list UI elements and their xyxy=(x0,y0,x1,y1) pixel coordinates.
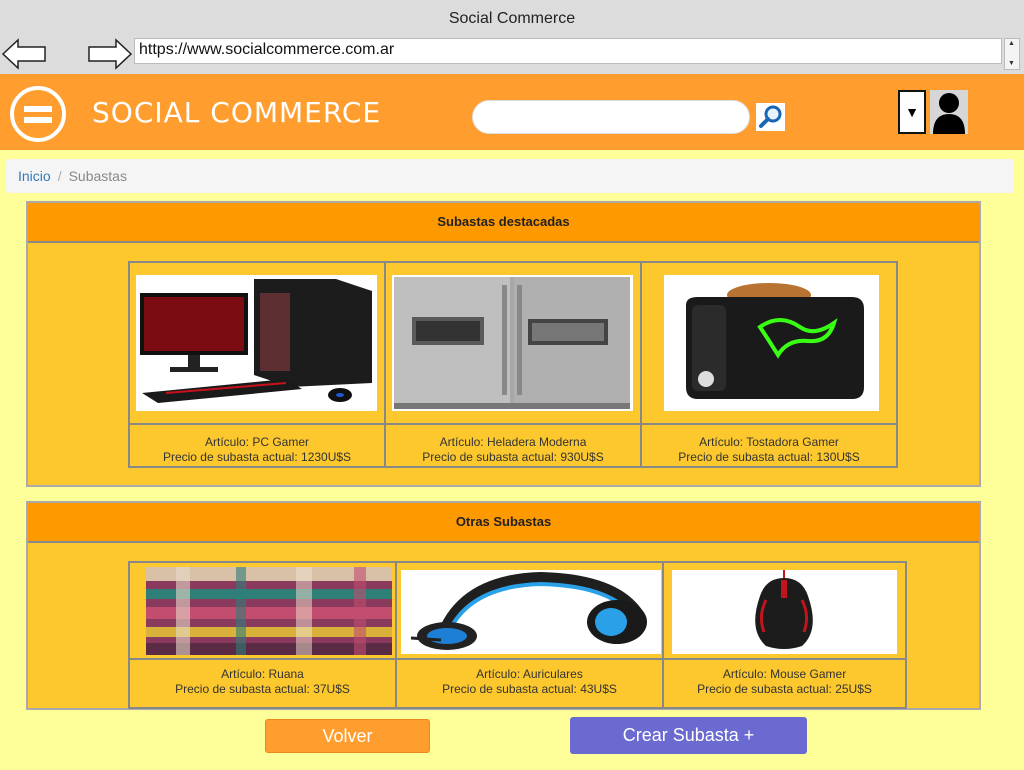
auction-caption: Artículo: Auriculares Precio de subasta … xyxy=(397,660,662,707)
menu-bar-icon xyxy=(24,117,52,123)
other-auctions-panel: Otras Subastas Artículo: Ruana Precio de… xyxy=(26,501,981,710)
auction-price: Precio de subasta actual: 930U$S xyxy=(422,450,604,464)
auction-article: Artículo: Tostadora Gamer xyxy=(699,435,839,449)
window-title: Social Commerce xyxy=(448,10,576,27)
menu-button[interactable] xyxy=(10,86,66,142)
auction-article: Artículo: PC Gamer xyxy=(204,435,310,449)
breadcrumb-separator: / xyxy=(57,168,62,184)
create-auction-button[interactable]: Crear Subasta + xyxy=(570,717,807,754)
browser-chrome: Social Commerce https://www.socialcommer… xyxy=(0,0,1024,74)
user-dropdown-button[interactable]: ▼ xyxy=(898,90,926,134)
ruana-image[interactable] xyxy=(146,567,392,655)
auction-price: Precio de subasta actual: 1230U$S xyxy=(162,450,352,464)
mouse-image[interactable] xyxy=(672,570,897,654)
forward-arrow-icon[interactable] xyxy=(88,38,133,70)
search-icon xyxy=(756,103,785,131)
url-bar[interactable]: https://www.socialcommerce.com.ar xyxy=(134,38,1002,64)
breadcrumb-current: Subastas xyxy=(68,168,127,184)
user-icon xyxy=(933,93,965,134)
auction-price: Precio de subasta actual: 25U$S xyxy=(697,682,872,696)
auction-card[interactable]: Artículo: PC Gamer Precio de subasta act… xyxy=(130,263,386,466)
auction-caption: Artículo: PC Gamer Precio de subasta act… xyxy=(130,425,384,466)
featured-auctions-grid: Artículo: PC Gamer Precio de subasta act… xyxy=(128,261,898,468)
breadcrumb-home-link[interactable]: Inicio xyxy=(18,168,51,184)
auction-article: Artículo: Heladera Moderna xyxy=(439,435,587,449)
auction-caption: Artículo: Mouse Gamer Precio de subasta … xyxy=(664,660,905,707)
scroll-up-icon[interactable]: ▲ xyxy=(1008,40,1015,48)
auction-card[interactable]: Artículo: Heladera Moderna Precio de sub… xyxy=(386,263,642,466)
app-header: SOCIAL COMMERCE ▼ xyxy=(0,74,1024,150)
other-auctions-title: Otras Subastas xyxy=(28,503,979,543)
scroll-down-icon[interactable]: ▼ xyxy=(1008,60,1015,68)
auction-price: Precio de subasta actual: 37U$S xyxy=(175,682,350,696)
auction-price: Precio de subasta actual: 130U$S xyxy=(678,450,860,464)
auction-caption: Artículo: Heladera Moderna Precio de sub… xyxy=(386,425,640,466)
search-button[interactable] xyxy=(756,103,785,131)
search-input[interactable] xyxy=(472,100,750,134)
breadcrumb: Inicio / Subastas xyxy=(6,159,1014,193)
brand-title: SOCIAL COMMERCE xyxy=(92,96,382,129)
other-auctions-grid: Artículo: Ruana Precio de subasta actual… xyxy=(128,561,907,709)
auction-article: Artículo: Mouse Gamer xyxy=(722,667,847,681)
auction-price: Precio de subasta actual: 43U$S xyxy=(442,682,617,696)
fridge-image[interactable] xyxy=(392,275,633,411)
auction-card[interactable]: Artículo: Auriculares Precio de subasta … xyxy=(397,563,664,707)
auction-card[interactable]: Artículo: Ruana Precio de subasta actual… xyxy=(130,563,397,707)
featured-auctions-title: Subastas destacadas xyxy=(28,203,979,243)
scrollbar[interactable]: ▲ ▼ xyxy=(1004,38,1020,70)
toaster-image[interactable] xyxy=(664,275,879,411)
featured-auctions-panel: Subastas destacadas Artículo: PC Gamer P… xyxy=(26,201,981,487)
headphones-image[interactable] xyxy=(401,570,661,654)
back-arrow-icon[interactable] xyxy=(1,38,46,70)
auction-card[interactable]: Artículo: Mouse Gamer Precio de subasta … xyxy=(664,563,905,707)
avatar[interactable] xyxy=(930,90,968,134)
back-button[interactable]: Volver xyxy=(265,719,430,753)
menu-bar-icon xyxy=(24,106,52,112)
auction-card[interactable]: Artículo: Tostadora Gamer Precio de suba… xyxy=(642,263,896,466)
auction-caption: Artículo: Tostadora Gamer Precio de suba… xyxy=(642,425,896,466)
auction-article: Artículo: Ruana xyxy=(221,667,304,681)
auction-caption: Artículo: Ruana Precio de subasta actual… xyxy=(130,660,395,707)
auction-article: Artículo: Auriculares xyxy=(476,667,583,681)
pc-gamer-image[interactable] xyxy=(136,275,377,411)
